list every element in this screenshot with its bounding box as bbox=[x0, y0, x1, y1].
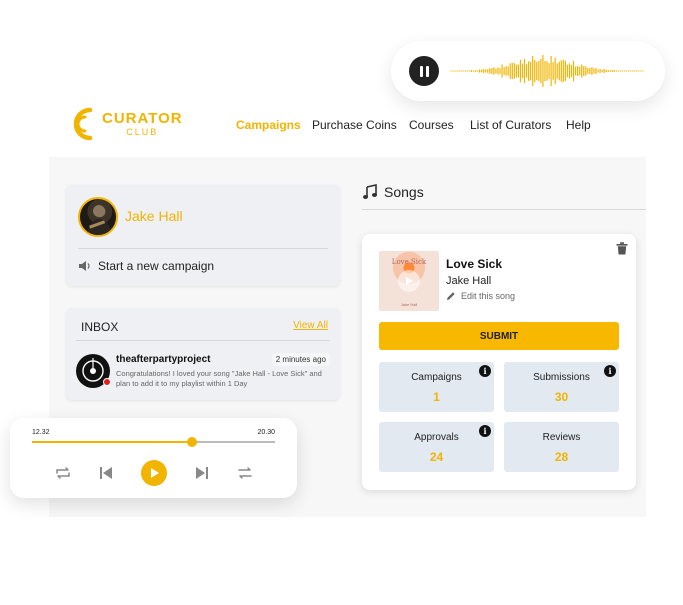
stat-value: 24 bbox=[429, 450, 444, 464]
stat-label: Campaigns bbox=[411, 372, 462, 383]
logo-word-club: CLUB bbox=[126, 126, 159, 137]
skip-previous-icon bbox=[100, 467, 112, 479]
info-icon[interactable]: i bbox=[604, 365, 616, 377]
speaker-icon bbox=[79, 261, 90, 271]
stat-campaigns[interactable]: Campaigns 1 i bbox=[379, 362, 494, 412]
submit-button[interactable]: SUBMIT bbox=[379, 322, 619, 350]
info-icon[interactable]: i bbox=[479, 425, 491, 437]
nav-purchase-coins[interactable]: Purchase Coins bbox=[312, 118, 397, 132]
message-preview[interactable]: Congratulations! I loved your song "Jake… bbox=[116, 369, 331, 388]
play-icon bbox=[151, 468, 159, 478]
start-campaign-button[interactable]: Start a new campaign bbox=[78, 259, 214, 273]
music-player: 12.32 20.30 bbox=[10, 418, 297, 498]
repeat-button[interactable] bbox=[234, 460, 256, 486]
avatar[interactable] bbox=[78, 197, 118, 237]
next-button[interactable] bbox=[192, 460, 212, 486]
edit-song-label: Edit this song bbox=[461, 291, 516, 301]
current-time: 12.32 bbox=[32, 429, 50, 436]
unread-indicator bbox=[103, 378, 111, 386]
trash-icon bbox=[616, 242, 628, 255]
divider bbox=[76, 340, 330, 341]
stat-value: 28 bbox=[554, 450, 569, 464]
cover-play-button[interactable] bbox=[398, 270, 420, 292]
song-cover-art[interactable]: Love Sick Jake Hall bbox=[379, 251, 439, 311]
nav-help[interactable]: Help bbox=[566, 118, 591, 132]
start-campaign-label: Start a new campaign bbox=[98, 259, 215, 273]
skip-next-icon bbox=[196, 467, 208, 479]
player-controls bbox=[10, 460, 297, 486]
pause-button[interactable] bbox=[409, 56, 439, 86]
logo-word-curator: CURATOR bbox=[102, 109, 183, 127]
stat-label: Reviews bbox=[542, 432, 581, 443]
view-all-link[interactable]: View All bbox=[293, 320, 328, 331]
message-time: 2 minutes ago bbox=[271, 353, 330, 366]
message-sender[interactable]: theafterpartyproject bbox=[116, 354, 210, 365]
stat-approvals[interactable]: Approvals 24 i bbox=[379, 422, 494, 472]
song-title: Love Sick bbox=[446, 257, 503, 271]
nav-campaigns[interactable]: Campaigns bbox=[236, 118, 301, 132]
music-note-icon bbox=[363, 184, 377, 199]
play-icon bbox=[406, 277, 413, 285]
previous-button[interactable] bbox=[96, 460, 116, 486]
song-card: Love Sick Jake Hall Love Sick Jake Hall … bbox=[362, 234, 636, 490]
play-button[interactable] bbox=[141, 460, 167, 486]
cover-artist: Jake Hall bbox=[400, 302, 418, 307]
total-time: 20.30 bbox=[257, 429, 275, 436]
pause-icon bbox=[419, 65, 423, 77]
curator-club-logo[interactable]: CURATOR CLUB bbox=[64, 104, 184, 144]
nav-list-of-curators[interactable]: List of Curators bbox=[470, 118, 551, 132]
stat-value: 30 bbox=[554, 390, 569, 404]
logo-c-icon bbox=[73, 107, 93, 141]
audio-snippet-card bbox=[391, 41, 665, 101]
progress-knob[interactable] bbox=[187, 437, 198, 447]
stat-submissions[interactable]: Submissions 30 i bbox=[504, 362, 619, 412]
repeat-icon bbox=[238, 467, 252, 479]
progress-fill bbox=[32, 441, 193, 443]
stat-label: Submissions bbox=[533, 372, 590, 383]
repeat-one-icon bbox=[56, 467, 70, 479]
stat-reviews[interactable]: Reviews 28 bbox=[504, 422, 619, 472]
inbox-title: INBOX bbox=[81, 320, 119, 334]
cover-title: Love Sick bbox=[391, 258, 427, 266]
divider bbox=[362, 209, 646, 210]
song-artist: Jake Hall bbox=[446, 275, 492, 287]
nav-courses[interactable]: Courses bbox=[409, 118, 454, 132]
repeat-one-button[interactable] bbox=[52, 460, 74, 486]
profile-name[interactable]: Jake Hall bbox=[125, 208, 183, 224]
pencil-icon bbox=[447, 292, 455, 300]
stat-label: Approvals bbox=[414, 432, 459, 443]
songs-title: Songs bbox=[384, 184, 424, 200]
message-sender-avatar[interactable] bbox=[76, 354, 111, 388]
info-icon[interactable]: i bbox=[479, 365, 491, 377]
inbox-card: INBOX View All theafterpartyproject 2 mi… bbox=[66, 308, 340, 400]
progress-track[interactable] bbox=[32, 437, 275, 447]
audio-waveform[interactable] bbox=[449, 51, 645, 91]
divider bbox=[78, 248, 328, 249]
profile-card: Jake Hall Start a new campaign bbox=[66, 185, 340, 286]
delete-song-button[interactable] bbox=[616, 242, 628, 260]
edit-song-link[interactable]: Edit this song bbox=[446, 291, 515, 301]
stat-value: 1 bbox=[433, 390, 440, 404]
songs-header: Songs bbox=[362, 184, 424, 200]
